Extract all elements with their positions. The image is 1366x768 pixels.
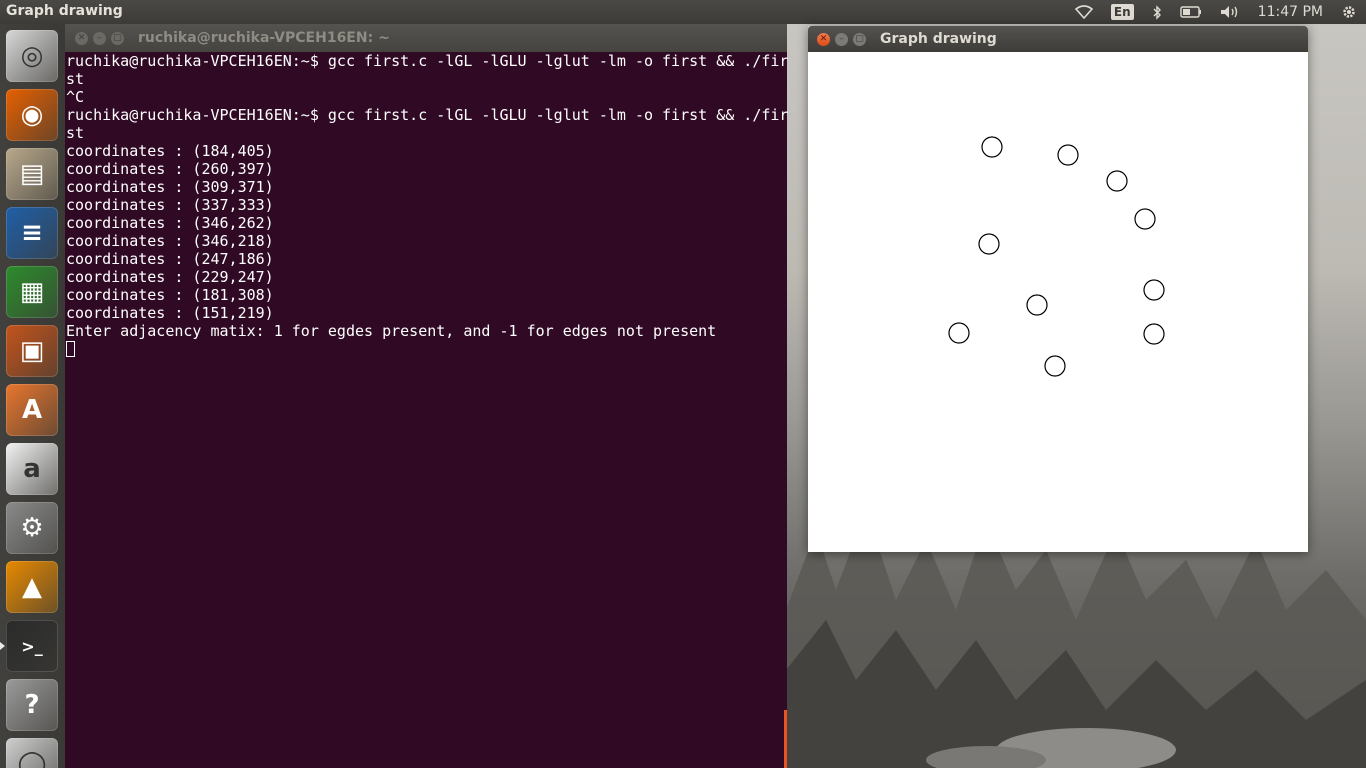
terminal-output[interactable]: ruchika@ruchika-VPCEH16EN:~$ gcc first.c… — [65, 52, 789, 358]
clock[interactable]: 11:47 PM — [1258, 4, 1323, 20]
volume-icon[interactable] — [1220, 5, 1240, 19]
graph-close-button[interactable]: ✕ — [817, 32, 830, 46]
libreoffice-impress-icon[interactable]: ▣ — [6, 325, 58, 377]
terminal-line: coordinates : (229,247) — [66, 268, 274, 286]
graph-maximize-button[interactable]: ▢ — [853, 32, 866, 46]
dvd-icon[interactable]: ◯ — [6, 738, 58, 768]
graph-node-4 — [1134, 208, 1156, 230]
graph-drawing-window[interactable]: ✕ – ▢ Graph drawing — [808, 26, 1308, 552]
terminal-line: coordinates : (181,308) — [66, 286, 274, 304]
files-icon[interactable]: ▤ — [6, 148, 58, 200]
terminal-window[interactable]: ✕ – ▢ ruchika@ruchika-VPCEH16EN: ~ ruchi… — [65, 24, 789, 768]
amazon-icon[interactable]: a — [6, 443, 58, 495]
vlc-icon[interactable]: ▲ — [6, 561, 58, 613]
terminal-line: st — [66, 70, 85, 88]
graph-canvas[interactable] — [808, 52, 1308, 552]
graph-window-titlebar[interactable]: ✕ – ▢ Graph drawing — [808, 26, 1308, 52]
graph-node-1 — [981, 136, 1003, 158]
battery-icon[interactable] — [1179, 6, 1202, 18]
graph-node-10 — [948, 322, 970, 344]
firefox-icon[interactable]: ◉ — [6, 89, 58, 141]
terminal-line: coordinates : (247,186) — [66, 250, 274, 268]
terminal-line: Enter adjacency matix: 1 for egdes prese… — [66, 322, 717, 340]
terminal-prompt-line[interactable] — [66, 340, 786, 358]
terminal-running-indicator — [0, 642, 5, 650]
launcher: ◎ ◉ ▤ ≡ ▦ ▣ Aa ⚙ ▲ >_? ◯ — [0, 24, 66, 768]
top-panel: Graph drawing En 11:47 PM — [0, 0, 1366, 24]
keyboard-layout-label: En — [1110, 4, 1134, 20]
graph-node-8 — [1026, 294, 1048, 316]
bluetooth-icon[interactable] — [1152, 4, 1162, 20]
terminal-line: ruchika@ruchika-VPCEH16EN:~$ gcc first.c… — [66, 52, 789, 70]
terminal-line: ruchika@ruchika-VPCEH16EN:~$ gcc first.c… — [66, 106, 789, 124]
active-app-title: Graph drawing — [6, 3, 123, 19]
graph-node-6 — [1143, 323, 1165, 345]
terminal-line: ^C — [66, 88, 85, 106]
session-gear-icon[interactable] — [1341, 4, 1357, 20]
terminal-line: coordinates : (346,218) — [66, 232, 274, 250]
graph-window-title: Graph drawing — [880, 31, 997, 47]
terminal-line: coordinates : (260,397) — [66, 160, 274, 178]
terminal-close-button[interactable]: ✕ — [75, 31, 88, 45]
terminal-minimize-button[interactable]: – — [93, 31, 106, 45]
graph-node-7 — [1044, 355, 1066, 377]
terminal-maximize-button[interactable]: ▢ — [111, 31, 124, 45]
terminal-titlebar[interactable]: ✕ – ▢ ruchika@ruchika-VPCEH16EN: ~ — [65, 24, 787, 52]
terminal-cursor — [66, 341, 75, 357]
terminal-line: coordinates : (184,405) — [66, 142, 274, 160]
terminal-line: coordinates : (337,333) — [66, 196, 274, 214]
terminal-line: coordinates : (346,262) — [66, 214, 274, 232]
system-settings-icon[interactable]: ⚙ — [6, 502, 58, 554]
graph-node-5 — [1143, 279, 1165, 301]
terminal-line: coordinates : (151,219) — [66, 304, 274, 322]
terminal-title: ruchika@ruchika-VPCEH16EN: ~ — [138, 30, 390, 46]
keyboard-layout-indicator[interactable]: En — [1110, 4, 1134, 20]
terminal-icon[interactable]: >_ — [6, 620, 58, 672]
libreoffice-writer-icon[interactable]: ≡ — [6, 207, 58, 259]
terminal-line: st — [66, 124, 85, 142]
graph-node-3 — [1106, 170, 1128, 192]
ubuntu-dash-icon[interactable]: ◎ — [6, 30, 58, 82]
indicator-area: En 11:47 PM — [1066, 0, 1366, 24]
terminal-line: coordinates : (309,371) — [66, 178, 274, 196]
graph-minimize-button[interactable]: – — [835, 32, 848, 46]
wifi-icon[interactable] — [1074, 5, 1093, 19]
graph-node-2 — [1057, 144, 1079, 166]
software-center-icon[interactable]: A — [6, 384, 58, 436]
graph-node-9 — [978, 233, 1000, 255]
terminal-scroll-indicator[interactable] — [784, 710, 787, 768]
help-icon[interactable]: ? — [6, 679, 58, 731]
libreoffice-calc-icon[interactable]: ▦ — [6, 266, 58, 318]
